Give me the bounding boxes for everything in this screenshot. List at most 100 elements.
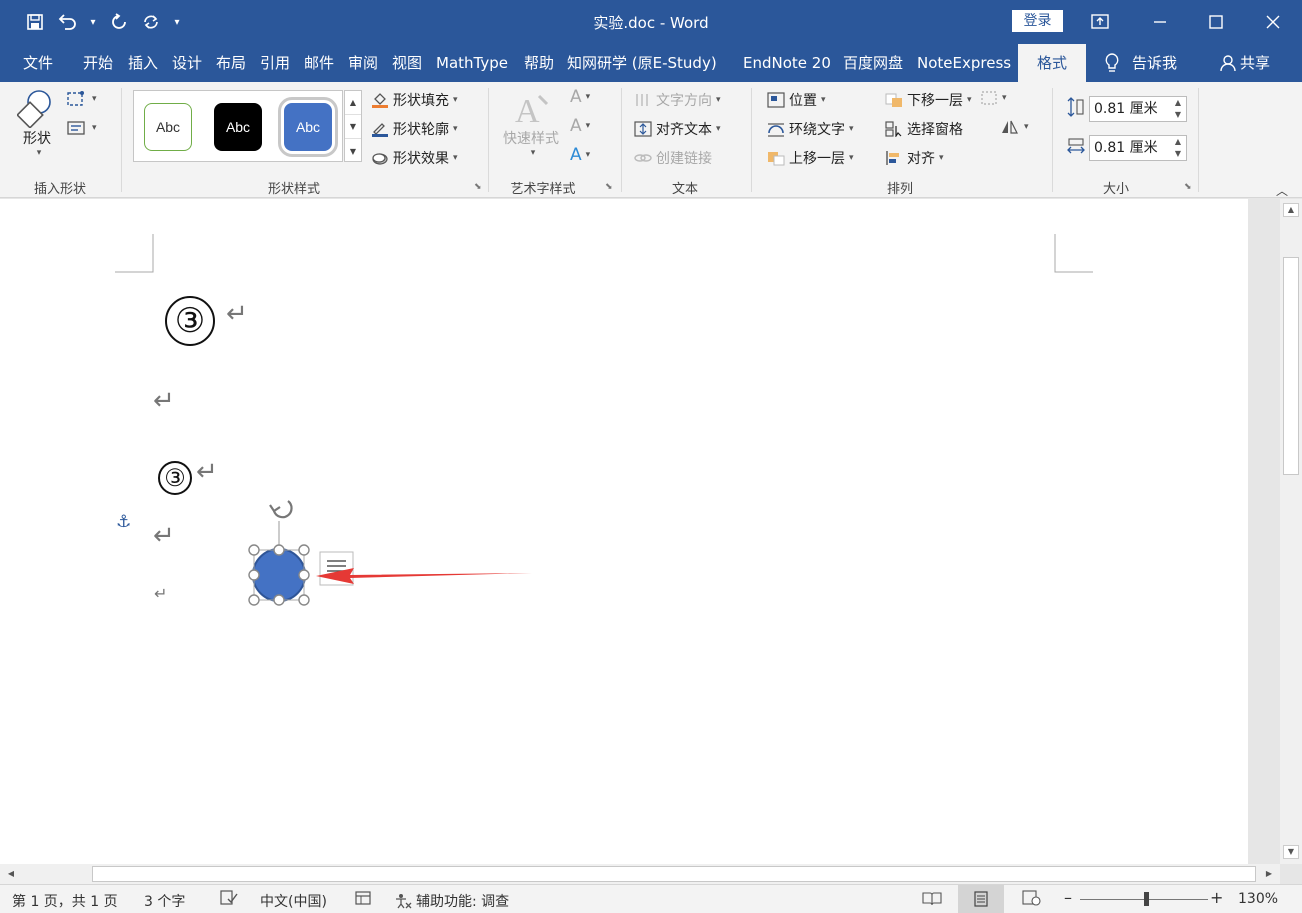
tab-insert[interactable]: 插入 <box>128 44 158 82</box>
shape-height-input[interactable]: 0.81 厘米 ▲ ▼ <box>1089 96 1187 122</box>
minimize-icon[interactable] <box>1132 0 1188 44</box>
tab-references[interactable]: 引用 <box>260 44 290 82</box>
align-text-button[interactable]: 对齐文本 ▾ <box>634 119 721 139</box>
group-objects-icon[interactable]: ▾ <box>980 90 1007 106</box>
tab-help[interactable]: 帮助 <box>524 44 554 82</box>
rotate-icon[interactable]: ▾ <box>1000 119 1029 135</box>
login-button[interactable]: 登录 <box>1012 10 1063 32</box>
tab-design[interactable]: 设计 <box>172 44 202 82</box>
tab-review[interactable]: 审阅 <box>348 44 378 82</box>
scroll-thumb[interactable] <box>1283 257 1299 475</box>
maximize-icon[interactable] <box>1188 0 1244 44</box>
read-mode-icon[interactable] <box>922 890 942 910</box>
shapes-icon <box>17 90 51 128</box>
horizontal-scrollbar[interactable]: ◀ ▶ <box>0 864 1280 884</box>
shape-fill-button[interactable]: 形状填充 ▾ <box>371 90 458 110</box>
gallery-scroll[interactable]: ▲ ▼ ▼ <box>344 90 362 162</box>
spin-down-icon[interactable]: ▼ <box>1172 148 1184 160</box>
proofing-icon[interactable] <box>220 890 238 910</box>
selected-circle-shape[interactable] <box>238 489 548 619</box>
tab-cnki-estudy[interactable]: 知网研学 (原E-Study) <box>567 44 717 82</box>
zoom-in-icon[interactable]: + <box>1210 888 1223 907</box>
shape-width-input[interactable]: 0.81 厘米 ▲ ▼ <box>1089 135 1187 161</box>
paragraph-mark: ↵ <box>153 386 175 416</box>
web-layout-icon[interactable] <box>1022 890 1042 910</box>
chevron-down-icon: ▾ <box>585 121 591 131</box>
language-indicator[interactable]: 中文(中国) <box>260 891 327 911</box>
text-box-button[interactable]: ▾ <box>66 119 97 137</box>
group-label-text: 文本 <box>671 182 698 197</box>
create-link-button[interactable]: 创建链接 <box>634 148 712 168</box>
scroll-down-icon[interactable]: ▼ <box>1283 845 1299 859</box>
ribbon-display-icon[interactable] <box>1072 0 1128 44</box>
accessibility-check[interactable]: 辅助功能: 调查 <box>394 891 509 911</box>
dialog-launcher-icon[interactable]: ⬊ <box>1184 182 1192 192</box>
h-scroll-thumb[interactable] <box>92 866 1256 882</box>
quick-styles-button[interactable]: A 快速样式 ▾ <box>498 90 564 158</box>
zoom-level[interactable]: 130% <box>1238 891 1278 907</box>
tab-file[interactable]: 文件 <box>23 44 53 82</box>
style-preset-blue[interactable]: Abc <box>278 97 338 157</box>
tab-baidu-netdisk[interactable]: 百度网盘 <box>843 44 903 82</box>
tab-format[interactable]: 格式 <box>1018 44 1086 82</box>
shape-effects-button[interactable]: 形状效果 ▾ <box>371 148 458 168</box>
share-button[interactable]: 共享 <box>1220 44 1270 82</box>
zoom-slider-thumb[interactable] <box>1144 892 1149 906</box>
close-icon[interactable] <box>1245 0 1301 44</box>
group-label-arrange: 排列 <box>886 182 913 197</box>
align-text-label: 对齐文本 <box>656 122 712 138</box>
tab-view[interactable]: 视图 <box>392 44 422 82</box>
collapse-ribbon-icon[interactable]: ︿ <box>1276 182 1288 199</box>
align-text-icon <box>634 121 652 137</box>
tab-mailings[interactable]: 邮件 <box>304 44 334 82</box>
text-fill-icon[interactable]: A ▾ <box>570 87 590 107</box>
wrap-text-button[interactable]: 环绕文字 ▾ <box>767 119 854 139</box>
tab-layout[interactable]: 布局 <box>216 44 246 82</box>
gallery-up-icon[interactable]: ▲ <box>345 91 361 115</box>
text-outline-icon[interactable]: A ▾ <box>570 116 590 136</box>
send-backward-label: 下移一层 <box>907 93 963 109</box>
shape-outline-button[interactable]: 形状轮廓 ▾ <box>371 119 458 139</box>
print-layout-icon[interactable] <box>958 885 1004 913</box>
gallery-down-icon[interactable]: ▼ <box>345 115 361 139</box>
dialog-launcher-icon[interactable]: ⬊ <box>605 182 613 192</box>
anchor-icon[interactable]: ⚓ <box>116 512 131 532</box>
tab-home[interactable]: 开始 <box>83 44 113 82</box>
selection-pane-button[interactable]: 选择窗格 <box>885 119 963 139</box>
spin-up-icon[interactable]: ▲ <box>1172 97 1184 109</box>
zoom-out-icon[interactable]: – <box>1064 888 1072 907</box>
macro-icon[interactable] <box>355 890 371 910</box>
position-button[interactable]: 位置 ▾ <box>767 90 826 110</box>
bring-forward-button[interactable]: 上移一层 ▾ <box>767 148 854 168</box>
scroll-right-icon[interactable]: ▶ <box>1262 866 1276 882</box>
word-count[interactable]: 3 个字 <box>144 891 185 911</box>
text-direction-button[interactable]: 文字方向 ▾ <box>634 90 721 110</box>
scroll-up-icon[interactable]: ▲ <box>1283 203 1299 217</box>
paragraph-mark: ↵ <box>154 584 168 603</box>
document-page[interactable]: ③ ↵ ↵ ③ ↵ ⚓ ↵ ↵ <box>0 199 1248 864</box>
style-preset-black[interactable]: Abc <box>214 103 262 151</box>
dialog-launcher-icon[interactable]: ⬊ <box>474 182 482 192</box>
tab-mathtype[interactable]: MathType <box>436 44 508 82</box>
tell-me-button[interactable]: 告诉我 <box>1104 44 1177 82</box>
shape-style-gallery[interactable]: Abc Abc Abc <box>133 90 343 162</box>
align-button[interactable]: 对齐 ▾ <box>885 148 944 168</box>
wrap-text-label: 环绕文字 <box>789 122 845 138</box>
spin-up-icon[interactable]: ▲ <box>1172 136 1184 148</box>
group-separator <box>751 88 752 192</box>
send-backward-button[interactable]: 下移一层 ▾ <box>885 90 972 110</box>
text-effects-icon[interactable]: A ▾ <box>570 145 590 165</box>
page-count[interactable]: 第 1 页，共 1 页 <box>12 891 118 911</box>
rotate-handle-icon[interactable] <box>269 500 293 519</box>
gallery-more-icon[interactable]: ▼ <box>345 139 361 163</box>
group-label-size: 大小 <box>1102 182 1129 197</box>
scroll-left-icon[interactable]: ◀ <box>4 866 18 882</box>
edit-shape-button[interactable]: ▾ <box>66 90 97 108</box>
shapes-button[interactable]: 形状 ▾ <box>16 88 58 158</box>
tab-endnote[interactable]: EndNote 20 <box>743 44 831 82</box>
spin-down-icon[interactable]: ▼ <box>1172 109 1184 121</box>
style-preset-outline[interactable]: Abc <box>144 103 192 151</box>
share-label: 共享 <box>1240 54 1271 72</box>
tab-noteexpress[interactable]: NoteExpress <box>917 44 1011 82</box>
vertical-scrollbar[interactable]: ▲ ▼ <box>1280 199 1302 864</box>
